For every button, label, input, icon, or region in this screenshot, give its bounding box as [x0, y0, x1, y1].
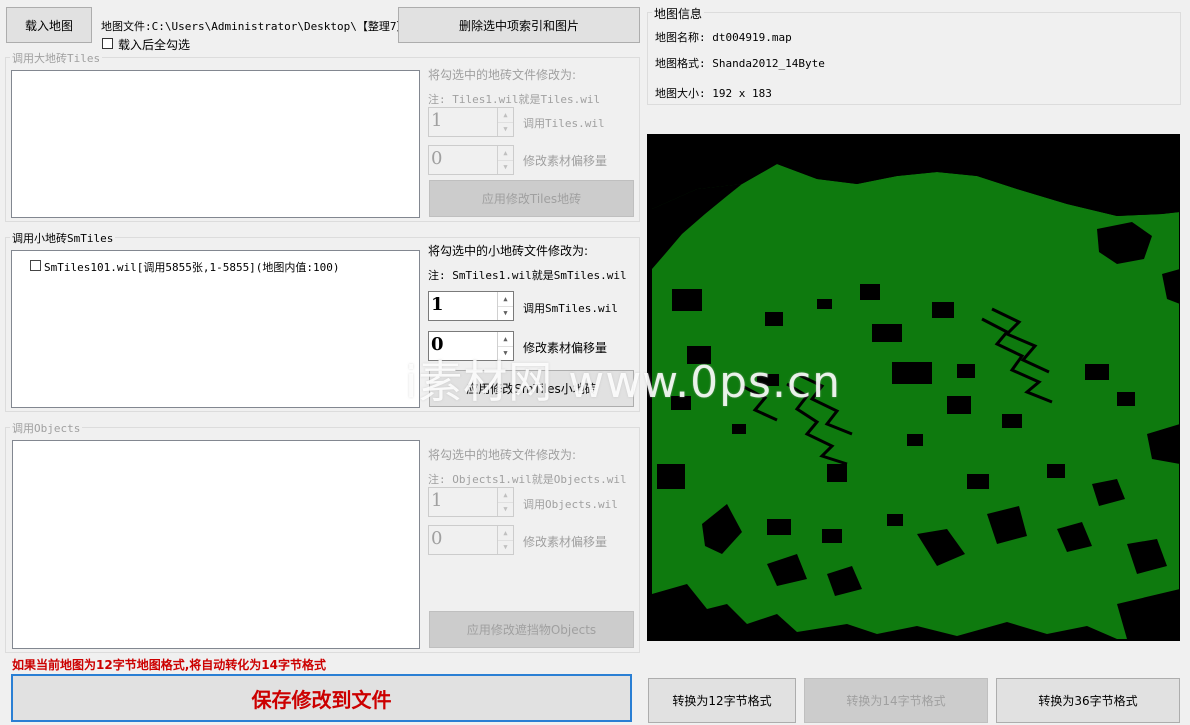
spinner-up-icon[interactable]: ▲ [498, 332, 513, 347]
objects-file-index-label: 调用Objects.wil [523, 498, 618, 511]
objects-offset-value: 0 [431, 528, 443, 549]
save-to-file-button[interactable]: 保存修改到文件 [11, 674, 632, 722]
spinner-down-icon[interactable]: ▼ [498, 502, 513, 516]
objects-file-index-spinner[interactable]: 1 ▲ ▼ [428, 487, 514, 517]
tiles-offset-value: 0 [431, 148, 443, 169]
tiles-modify-hint: 将勾选中的地砖文件修改为: [428, 68, 577, 82]
smtiles-file-index-value: 1 [431, 294, 444, 315]
apply-smtiles-button[interactable]: 应用修改SmTiles小地砖 [429, 370, 634, 407]
spinner-down-icon[interactable]: ▼ [498, 122, 513, 136]
objects-offset-spinner[interactable]: 0 ▲ ▼ [428, 525, 514, 555]
convert-14-byte-button[interactable]: 转换为14字节格式 [804, 678, 988, 723]
smtiles-offset-value: 0 [431, 334, 444, 355]
smtiles-item-checkbox[interactable] [30, 260, 41, 271]
select-all-label: 载入后全勾选 [118, 38, 191, 52]
objects-group-title: 调用Objects [10, 420, 83, 436]
delete-selected-button[interactable]: 删除选中项索引和图片 [398, 7, 640, 43]
tiles-offset-label: 修改素材偏移量 [523, 154, 608, 168]
convert-36-byte-button[interactable]: 转换为36字节格式 [996, 678, 1180, 723]
spinner-up-icon[interactable]: ▲ [498, 292, 513, 307]
smtiles-list[interactable]: SmTiles101.wil[调用5855张,1-5855](地图内值:100) [11, 250, 420, 408]
objects-note: 注: Objects1.wil就是Objects.wil [428, 473, 627, 486]
smtiles-offset-label: 修改素材偏移量 [523, 341, 608, 355]
format-warning: 如果当前地图为12字节地图格式,将自动转化为14字节格式 [12, 658, 326, 672]
map-info-title: 地图信息 [652, 5, 705, 22]
load-map-button[interactable]: 载入地图 [6, 7, 92, 43]
tiles-list[interactable] [11, 70, 420, 218]
spinner-down-icon[interactable]: ▼ [498, 306, 513, 320]
map-file-path: 地图文件:C:\Users\Administrator\Desktop\【整理7… [101, 20, 415, 33]
convert-12-byte-button[interactable]: 转换为12字节格式 [648, 678, 796, 723]
smtiles-file-index-label: 调用SmTiles.wil [523, 302, 618, 315]
map-preview[interactable] [647, 134, 1180, 641]
spinner-down-icon[interactable]: ▼ [498, 540, 513, 554]
map-format: 地图格式: Shanda2012_14Byte [655, 57, 825, 70]
smtiles-modify-hint: 将勾选中的小地砖文件修改为: [428, 244, 589, 258]
objects-modify-hint: 将勾选中的地砖文件修改为: [428, 448, 577, 462]
tiles-file-index-label: 调用Tiles.wil [523, 117, 605, 130]
map-size: 地图大小: 192 x 183 [655, 87, 772, 100]
map-name: 地图名称: dt004919.map [655, 31, 792, 44]
apply-objects-button[interactable]: 应用修改遮挡物Objects [429, 611, 634, 648]
objects-list[interactable] [12, 440, 420, 649]
smtiles-group-title: 调用小地砖SmTiles [10, 230, 116, 246]
tiles-group-title: 调用大地砖Tiles [10, 50, 103, 66]
objects-offset-label: 修改素材偏移量 [523, 535, 608, 549]
spinner-up-icon[interactable]: ▲ [498, 526, 513, 541]
apply-tiles-button[interactable]: 应用修改Tiles地砖 [429, 180, 634, 217]
tiles-note: 注: Tiles1.wil就是Tiles.wil [428, 93, 601, 106]
objects-file-index-value: 1 [431, 490, 443, 511]
tiles-offset-spinner[interactable]: 0 ▲ ▼ [428, 145, 514, 175]
spinner-down-icon[interactable]: ▼ [498, 346, 513, 360]
spinner-up-icon[interactable]: ▲ [498, 146, 513, 161]
select-all-checkbox[interactable] [102, 38, 113, 49]
tiles-file-index-value: 1 [431, 110, 443, 131]
smtiles-item-label: SmTiles101.wil[调用5855张,1-5855](地图内值:100) [44, 261, 340, 274]
smtiles-file-index-spinner[interactable]: 1 ▲ ▼ [428, 291, 514, 321]
spinner-up-icon[interactable]: ▲ [498, 488, 513, 503]
spinner-down-icon[interactable]: ▼ [498, 160, 513, 174]
smtiles-note: 注: SmTiles1.wil就是SmTiles.wil [428, 269, 627, 282]
spinner-up-icon[interactable]: ▲ [498, 108, 513, 123]
map-preview-canvas [647, 134, 1180, 639]
tiles-file-index-spinner[interactable]: 1 ▲ ▼ [428, 107, 514, 137]
smtiles-offset-spinner[interactable]: 0 ▲ ▼ [428, 331, 514, 361]
